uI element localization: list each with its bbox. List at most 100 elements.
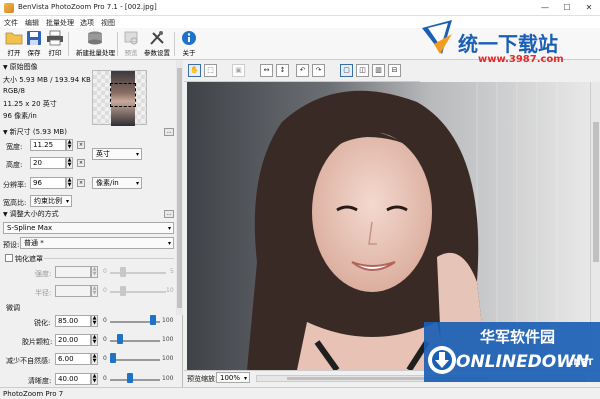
unit-dropdown[interactable]: 英寸 ▾: [92, 148, 142, 160]
view-toolbar: ✋ ⬚ ▣ ↔ ↕ ↶ ↷ ▢ ◫ ▥ ⊟: [184, 60, 420, 82]
rotate-right-icon[interactable]: ↷: [312, 64, 325, 77]
split-triple-icon[interactable]: ▥: [372, 64, 385, 77]
watermark-bottom-cn: 华军软件园: [480, 328, 556, 346]
resolution-label: 分辨率:: [3, 181, 27, 189]
toolbar-separator: [68, 32, 69, 56]
radius-max: 10: [166, 287, 174, 294]
link-icon[interactable]: ×: [77, 141, 85, 149]
new-batch-button[interactable]: 新建批量处理: [76, 30, 115, 58]
rotate-left-icon[interactable]: ↶: [296, 64, 309, 77]
fine-tune-label: 微调: [6, 304, 20, 312]
clarity-input[interactable]: 40.00: [55, 373, 91, 385]
sharpen-mask-label: 钝化遮罩: [15, 255, 43, 263]
resolution-unit-dropdown[interactable]: 像素/in ▾: [92, 177, 142, 189]
crop-icon[interactable]: ▣: [232, 64, 245, 77]
radius-input: [55, 285, 91, 297]
thumbnail-navigator[interactable]: [92, 70, 147, 126]
crop-select-icon[interactable]: ⬚: [204, 64, 217, 77]
single-view-icon[interactable]: ▢: [340, 64, 353, 77]
sharpness-input[interactable]: 85.00: [55, 315, 91, 327]
settings-panel: ▼ 原始图像 大小 5.93 MB / 193.94 KB RGB/8 11.25…: [0, 60, 183, 387]
tools-icon: [150, 31, 164, 45]
info-icon: [182, 31, 196, 45]
clarity-spinner[interactable]: ▲ ▼: [91, 373, 98, 385]
menu-batch[interactable]: 批量处理: [46, 18, 74, 28]
settings-scrollbar[interactable]: [176, 60, 183, 315]
status-bar: PhotoZoom Pro 7: [0, 387, 600, 399]
film-grain-slider-thumb[interactable]: [117, 334, 123, 344]
artifact-reduction-spinner[interactable]: ▲ ▼: [91, 353, 98, 365]
menu-file[interactable]: 文件: [4, 18, 18, 28]
split-vertical-icon[interactable]: ◫: [356, 64, 369, 77]
clarity-min: 0: [103, 375, 107, 382]
clarity-max: 100: [162, 375, 174, 382]
printer-icon: [47, 30, 63, 46]
resolution-input[interactable]: 96: [30, 177, 66, 189]
sharpen-mask-checkbox[interactable]: [5, 254, 13, 262]
split-horizontal-icon[interactable]: ⊟: [388, 64, 401, 77]
film-grain-max: 100: [162, 336, 174, 343]
resize-method-section-header[interactable]: ▼ 调整大小的方式: [0, 209, 176, 219]
radius-label: 半径:: [35, 289, 52, 297]
batch-icon: [88, 31, 102, 45]
method-dropdown[interactable]: S-Spline Max ▾: [3, 222, 174, 234]
radius-spinner: ▲ ▼: [91, 285, 98, 297]
aspect-dropdown[interactable]: 约束比例 ▾: [30, 195, 72, 207]
film-grain-input[interactable]: 20.00: [55, 334, 91, 346]
resize-options-button[interactable]: ...: [164, 210, 174, 218]
strength-input: [55, 266, 91, 278]
preset-label: 预设:: [3, 241, 20, 249]
clarity-slider-track[interactable]: [110, 379, 160, 381]
thumbnail-viewport[interactable]: [110, 83, 136, 107]
fit-height-icon[interactable]: ↕: [276, 64, 289, 77]
film-grain-spinner[interactable]: ▲ ▼: [91, 334, 98, 346]
menu-view[interactable]: 视图: [101, 18, 115, 28]
preview-button[interactable]: 预览: [118, 30, 144, 58]
hand-tool-icon[interactable]: ✋: [188, 64, 201, 77]
height-input[interactable]: 20: [30, 157, 66, 169]
original-resolution: 96 像素/in: [3, 112, 37, 120]
fit-width-icon[interactable]: ↔: [260, 64, 273, 77]
watermark-top-url: www.3987.com: [478, 54, 564, 65]
menu-edit[interactable]: 编辑: [25, 18, 39, 28]
sharpness-slider-thumb[interactable]: [149, 315, 156, 325]
radius-slider-track: [110, 291, 166, 293]
watermark-bottom: 华军软件园 ONLINEDOWN .NET: [424, 322, 600, 382]
settings-scrollbar-thumb[interactable]: [177, 68, 182, 308]
height-spinner[interactable]: ▲ ▼: [66, 157, 73, 169]
about-button[interactable]: 关于: [176, 30, 202, 58]
artifact-slider-track[interactable]: [110, 359, 160, 361]
original-size: 大小 5.93 MB / 193.94 KB: [3, 76, 91, 84]
artifact-reduction-input[interactable]: 6.00: [55, 353, 91, 365]
strength-slider-thumb: [120, 267, 126, 277]
artifact-reduction-label: 减少不自然感:: [6, 357, 51, 365]
original-section-header[interactable]: ▼ 原始图像: [0, 62, 176, 72]
preview-icon: [124, 31, 138, 45]
width-input[interactable]: 11.25: [30, 139, 66, 151]
zoom-dropdown[interactable]: 100% ▾: [216, 372, 250, 383]
settings-button[interactable]: 参数设置: [142, 30, 172, 58]
watermark-bottom-suffix: .NET: [570, 358, 594, 368]
radius-min: 0: [103, 287, 107, 294]
toolbar-separator: [174, 32, 175, 56]
print-button[interactable]: 打印: [42, 30, 68, 58]
preview-scrollbar-thumb[interactable]: [593, 122, 599, 262]
sharpness-spinner[interactable]: ▲ ▼: [91, 315, 98, 327]
link-icon[interactable]: ×: [77, 179, 85, 187]
new-size-options-button[interactable]: ...: [164, 128, 174, 136]
artifact-slider-thumb[interactable]: [110, 353, 116, 363]
artifact-min: 0: [103, 355, 107, 362]
watermark-top: 统一下载站 www.3987.com: [418, 14, 600, 74]
strength-label: 强度:: [35, 270, 52, 278]
preset-dropdown[interactable]: 普通 * ▾: [20, 237, 174, 249]
link-icon[interactable]: ×: [77, 159, 85, 167]
new-size-section-header[interactable]: ▼ 新尺寸 (5.93 MB): [0, 127, 176, 137]
resolution-spinner[interactable]: ▲ ▼: [66, 177, 73, 189]
width-spinner[interactable]: ▲ ▼: [66, 139, 73, 151]
menu-options[interactable]: 选项: [80, 18, 94, 28]
clarity-slider-thumb[interactable]: [127, 373, 133, 383]
aspect-label: 宽高比:: [3, 199, 27, 207]
sharpness-label: 锐化:: [34, 319, 51, 327]
sharpness-max: 100: [162, 317, 174, 324]
clarity-label: 清晰度:: [28, 377, 52, 385]
